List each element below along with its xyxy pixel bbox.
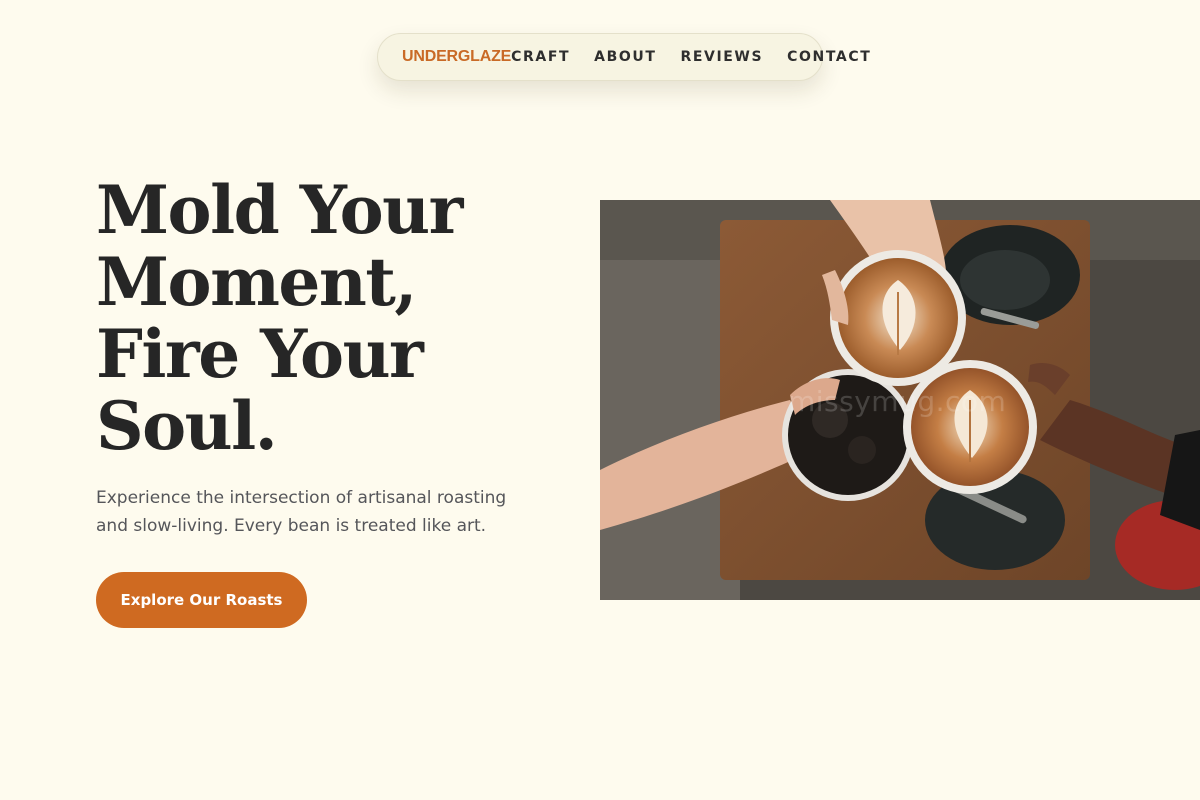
hero-title-line: Moment, [96,243,417,321]
hero-subtitle: Experience the intersection of artisanal… [96,488,507,536]
hero-title: Mold Your Moment, Fire Your Soul. [96,174,576,462]
explore-roasts-button[interactable]: Explore Our Roasts [96,572,307,628]
nav-link-reviews[interactable]: REVIEWS [680,49,763,65]
hero-title-line: Soul. [96,387,278,465]
nav-link-craft[interactable]: CRAFT [511,49,570,65]
brand-logo[interactable]: UNDERGLAZE [402,48,511,66]
landing-page: UNDERGLAZE CRAFT ABOUT REVIEWS CONTACT M… [0,0,1200,800]
hero-title-line: Mold Your [96,171,463,249]
top-nav: UNDERGLAZE CRAFT ABOUT REVIEWS CONTACT [377,33,870,81]
nav-links: CRAFT ABOUT REVIEWS CONTACT [511,49,871,65]
hero-photo: missymug.com [600,200,1200,600]
nav-link-about[interactable]: ABOUT [594,49,656,65]
watermark-text: missymug.com [788,385,1007,418]
hero-title-line: Fire Your [96,315,424,393]
nav-link-contact[interactable]: CONTACT [787,49,871,65]
